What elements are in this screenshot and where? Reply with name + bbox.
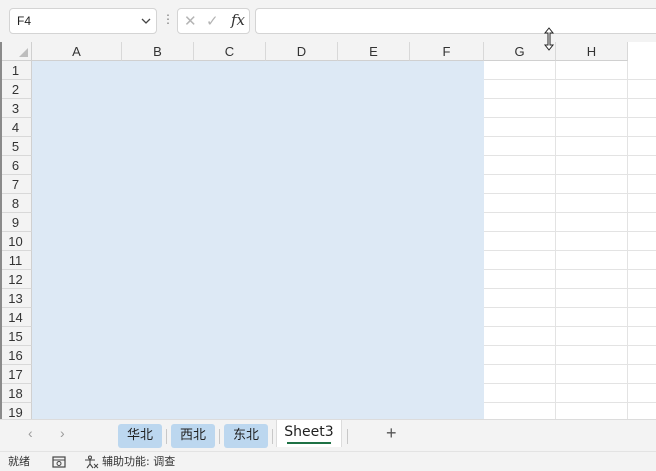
tab-huabei[interactable]: 华北: [118, 424, 162, 448]
gridline-vertical: [265, 61, 266, 419]
column-header-b[interactable]: B: [122, 42, 194, 61]
gridline-horizontal: [484, 117, 656, 118]
row-header-12[interactable]: 12: [0, 270, 32, 289]
gridline-horizontal: [484, 402, 656, 403]
row-header-1[interactable]: 1: [0, 61, 32, 80]
row-header-3[interactable]: 3: [0, 99, 32, 118]
row-header-13[interactable]: 13: [0, 289, 32, 308]
row-header-6[interactable]: 6: [0, 156, 32, 175]
tab-separator: [272, 429, 273, 444]
accessibility-status[interactable]: 辅助功能: 调查: [102, 452, 175, 471]
row-header-9[interactable]: 9: [0, 213, 32, 232]
row-header-15[interactable]: 15: [0, 327, 32, 346]
row-header-10[interactable]: 10: [0, 232, 32, 251]
prev-sheet-icon[interactable]: ‹: [28, 425, 33, 441]
tab-xibei[interactable]: 西北: [171, 424, 215, 448]
name-box[interactable]: F4: [9, 8, 157, 34]
formula-input[interactable]: [255, 8, 656, 34]
gridline-vertical: [193, 61, 194, 419]
tab-sheet3[interactable]: Sheet3: [276, 420, 342, 447]
row-header-16[interactable]: 16: [0, 346, 32, 365]
select-all-button[interactable]: [0, 42, 32, 61]
row-header-17[interactable]: 17: [0, 365, 32, 384]
macro-recording-icon[interactable]: [52, 456, 66, 468]
gridline-horizontal: [484, 98, 656, 99]
gridline-horizontal: [484, 326, 656, 327]
row-header-11[interactable]: 11: [0, 251, 32, 270]
cells-area[interactable]: [32, 61, 656, 419]
cancel-icon[interactable]: ✕: [184, 12, 197, 30]
formula-bar: F4 ⋮ ✕ ✓ fx: [0, 0, 656, 51]
gridline-horizontal: [484, 174, 656, 175]
row-header-8[interactable]: 8: [0, 194, 32, 213]
sheet-tab-bar: ‹ › 华北 西北 东北 Sheet3 +: [0, 419, 656, 451]
gridline-vertical: [409, 61, 410, 419]
gridline-horizontal: [484, 155, 656, 156]
worksheet-grid[interactable]: ABCDEFGH 1 2 3 4 5 6 7 8 9 10 11 12 13 14 15 16 17 18 19: [0, 42, 656, 419]
selected-range[interactable]: [32, 61, 484, 419]
enter-icon[interactable]: ✓: [206, 12, 219, 30]
tab-separator: [347, 429, 348, 444]
gridline-horizontal: [484, 307, 656, 308]
chevron-down-icon[interactable]: [141, 14, 151, 31]
next-sheet-icon[interactable]: ›: [60, 425, 65, 441]
row-header-14[interactable]: 14: [0, 308, 32, 327]
row-header-4[interactable]: 4: [0, 118, 32, 137]
gridline-horizontal: [484, 383, 656, 384]
name-box-value: F4: [17, 14, 32, 28]
gridline-vertical: [483, 61, 484, 419]
accessibility-icon[interactable]: [84, 455, 99, 469]
row-header-7[interactable]: 7: [0, 175, 32, 194]
gridline-vertical: [121, 61, 122, 419]
gridline-horizontal: [484, 269, 656, 270]
row-header-5[interactable]: 5: [0, 137, 32, 156]
active-tab-indicator: [287, 442, 331, 444]
column-header-f[interactable]: F: [410, 42, 484, 61]
gridline-vertical: [627, 61, 628, 419]
more-options-icon[interactable]: ⋮: [162, 12, 174, 26]
row-header-18[interactable]: 18: [0, 384, 32, 403]
window-edge: [0, 42, 2, 419]
gridline-horizontal: [484, 79, 656, 80]
insert-function-button[interactable]: fx: [231, 11, 245, 29]
resize-cursor-icon: [543, 27, 555, 51]
status-bar: 就绪 辅助功能: 调查: [0, 451, 656, 471]
gridline-horizontal: [484, 212, 656, 213]
gridline-horizontal: [484, 193, 656, 194]
column-header-h[interactable]: H: [556, 42, 628, 61]
spreadsheet-app: F4 ⋮ ✕ ✓ fx ABCDEFGH 1 2 3 4 5 6 7 8 9 10 11 12 13 14…: [0, 0, 656, 471]
gridline-horizontal: [484, 364, 656, 365]
gridline-horizontal: [484, 136, 656, 137]
gridline-vertical: [555, 61, 556, 419]
column-header-d[interactable]: D: [266, 42, 338, 61]
gridline-horizontal: [484, 250, 656, 251]
tab-sheet3-label: Sheet3: [284, 424, 334, 440]
gridline-horizontal: [484, 231, 656, 232]
column-header-e[interactable]: E: [338, 42, 410, 61]
tab-separator: [219, 429, 220, 444]
gridline-horizontal: [484, 288, 656, 289]
add-sheet-button[interactable]: +: [386, 423, 397, 444]
column-header-c[interactable]: C: [194, 42, 266, 61]
gridline-vertical: [337, 61, 338, 419]
column-header-a[interactable]: A: [32, 42, 122, 61]
row-header-19[interactable]: 19: [0, 403, 32, 419]
status-ready-text: 就绪: [8, 455, 30, 468]
formula-buttons: ✕ ✓ fx: [177, 8, 250, 34]
tab-dongbei[interactable]: 东北: [224, 424, 268, 448]
tab-separator: [166, 429, 167, 444]
gridline-horizontal: [484, 345, 656, 346]
row-header-2[interactable]: 2: [0, 80, 32, 99]
